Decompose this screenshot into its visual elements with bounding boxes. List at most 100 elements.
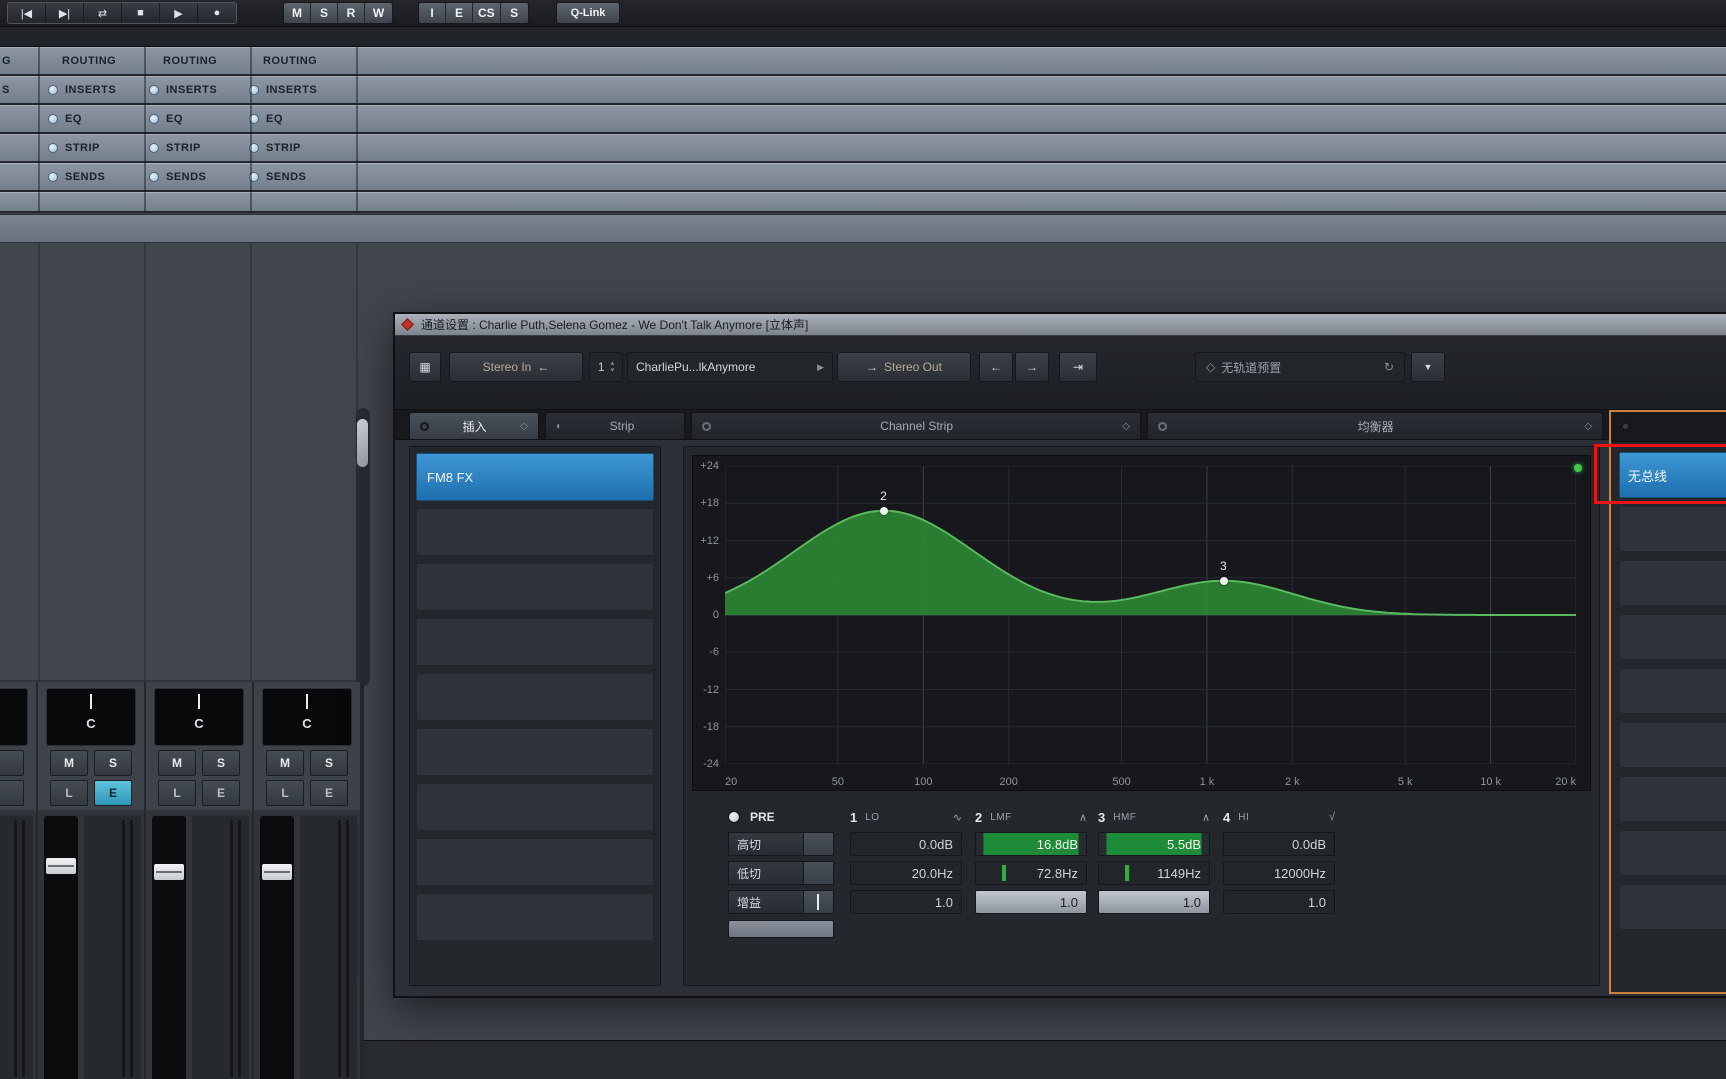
band-q-field[interactable]: 1.0 (850, 890, 962, 914)
insert-slot-empty[interactable] (416, 838, 654, 886)
eq-indicator-icon[interactable] (48, 113, 58, 124)
insert-slot-empty[interactable] (416, 508, 654, 556)
band-gain-field[interactable]: 16.8dB (975, 832, 1087, 856)
band-gain-field[interactable]: 0.0dB (1223, 832, 1335, 856)
send-slot-empty[interactable] (1619, 776, 1726, 822)
write-automation-button[interactable]: W (365, 3, 392, 23)
eq-band-handle[interactable]: 2 (880, 489, 889, 515)
solo-button[interactable]: S (202, 750, 240, 776)
sends-section-3[interactable]: SENDS (249, 163, 306, 190)
low-shelf-icon[interactable]: ∿ (953, 811, 962, 824)
tab-state-icon[interactable] (702, 421, 711, 431)
peak-filter-icon[interactable]: ∧ (1202, 811, 1210, 824)
sends-button[interactable]: S (500, 3, 528, 23)
insert-slot-empty[interactable] (416, 893, 654, 941)
tab-equalizer[interactable]: 均衡器 ◇ (1147, 412, 1603, 439)
fader-handle[interactable] (262, 864, 292, 880)
low-cut-slider[interactable] (804, 861, 834, 885)
pre-level-slider[interactable] (728, 920, 834, 938)
pan-control[interactable]: C (46, 688, 136, 746)
routing-section-3[interactable]: ROUTING (263, 47, 317, 74)
strip-indicator-icon[interactable] (149, 142, 159, 153)
inserts-section-3[interactable]: INSERTS (249, 76, 317, 103)
insert-slot-empty[interactable] (416, 563, 654, 611)
sends-section-2[interactable]: SENDS (149, 163, 206, 190)
routing-section-2[interactable]: ROUTING (163, 47, 217, 74)
channel-strip-button[interactable]: CS (473, 3, 501, 23)
fader-track[interactable] (152, 816, 186, 1079)
channel-index-stepper[interactable]: 1 ▴ ▾ (589, 352, 623, 382)
fader-track[interactable] (260, 816, 294, 1079)
output-routing-button[interactable]: → Stereo Out (837, 352, 971, 382)
insert-slot-empty[interactable] (416, 783, 654, 831)
solo-all-button[interactable]: S (311, 3, 338, 23)
solo-button[interactable]: S (94, 750, 132, 776)
mute-all-button[interactable]: M (284, 3, 311, 23)
cycle-button[interactable]: ⇄ (84, 3, 122, 23)
listen-button[interactable]: L (158, 780, 196, 806)
high-cut-slider[interactable] (804, 832, 834, 856)
setup-window-layout-button[interactable]: ▦ (409, 352, 441, 382)
strip-section-1[interactable]: STRIP (48, 134, 100, 161)
band-q-field[interactable]: 1.0 (1098, 890, 1210, 914)
channel-name-field[interactable]: CharliePu...lkAnymore ▶ (627, 352, 833, 382)
qlink-button[interactable]: Q-Link (557, 3, 619, 23)
edit-channel-button[interactable]: E (94, 780, 132, 806)
go-to-start-button[interactable]: |◀ (8, 3, 46, 23)
insert-slot-1[interactable]: FM8 FX (416, 453, 654, 501)
sends-indicator-icon[interactable] (149, 171, 159, 182)
band-q-field[interactable]: 1.0 (1223, 890, 1335, 914)
fader-handle[interactable] (46, 858, 76, 874)
mute-button[interactable]: M (50, 750, 88, 776)
pre-gain-slider[interactable] (804, 890, 834, 914)
preset-dropdown-button[interactable]: ▼ (1411, 352, 1445, 382)
play-button[interactable]: ▶ (160, 3, 198, 23)
inserts-section-1[interactable]: INSERTS (48, 76, 116, 103)
eq-section-1[interactable]: EQ (48, 105, 82, 132)
solo-button[interactable]: S (310, 750, 348, 776)
tab-strip[interactable]: ◐ Strip (545, 412, 685, 439)
vertical-scrollbar[interactable] (356, 408, 370, 686)
scrollbar-thumb[interactable] (357, 419, 368, 467)
band-gain-field[interactable]: 5.5dB (1098, 832, 1210, 856)
eq-plot-area[interactable]: 23 (725, 466, 1576, 764)
peak-filter-icon[interactable]: ∧ (1079, 811, 1087, 824)
next-channel-button[interactable]: → (1015, 352, 1049, 382)
inserts-indicator-icon[interactable] (48, 84, 58, 95)
sends-indicator-icon[interactable] (48, 171, 58, 182)
routing-section-1[interactable]: ROUTING (62, 47, 116, 74)
sends-tabstrip[interactable] (1611, 412, 1726, 442)
band-frequency-field[interactable]: 72.8Hz (975, 861, 1087, 885)
eq-section-3[interactable]: EQ (249, 105, 283, 132)
track-preset-field[interactable]: ◇ 无轨道预置 ↻ (1195, 352, 1405, 382)
band-frequency-field[interactable]: 1149Hz (1098, 861, 1210, 885)
listen-button[interactable]: L (50, 780, 88, 806)
send-slot-empty[interactable] (1619, 614, 1726, 660)
pan-control[interactable]: C (262, 688, 352, 746)
send-slot-1[interactable]: 无总线 (1619, 452, 1726, 498)
edit-channel-button[interactable]: E (310, 780, 348, 806)
send-slot-empty[interactable] (1619, 884, 1726, 930)
band-frequency-field[interactable]: 12000Hz (1223, 861, 1335, 885)
low-cut-button[interactable]: 低切 (728, 861, 804, 885)
edit-channel-button[interactable] (0, 780, 24, 806)
inserts-indicator-icon[interactable] (149, 84, 159, 95)
go-to-end-button[interactable]: ▶| (46, 3, 84, 23)
tab-state-icon[interactable] (420, 421, 429, 431)
band-frequency-field[interactable]: 20.0Hz (850, 861, 962, 885)
edit-channel-button[interactable]: E (202, 780, 240, 806)
inserts-section-2[interactable]: INSERTS (149, 76, 217, 103)
eq-indicator-icon[interactable] (149, 113, 159, 124)
record-button[interactable]: ● (198, 3, 236, 23)
fader-handle[interactable] (154, 864, 184, 880)
mute-button[interactable]: M (266, 750, 304, 776)
send-slot-empty[interactable] (1619, 506, 1726, 552)
send-slot-empty[interactable] (1619, 560, 1726, 606)
strip-section-2[interactable]: STRIP (149, 134, 201, 161)
previous-channel-button[interactable]: ← (979, 352, 1013, 382)
send-slot-empty[interactable] (1619, 830, 1726, 876)
insert-slot-empty[interactable] (416, 618, 654, 666)
instrument-button[interactable]: I (419, 3, 446, 23)
send-slot-empty[interactable] (1619, 722, 1726, 768)
strip-section-3[interactable]: STRIP (249, 134, 301, 161)
